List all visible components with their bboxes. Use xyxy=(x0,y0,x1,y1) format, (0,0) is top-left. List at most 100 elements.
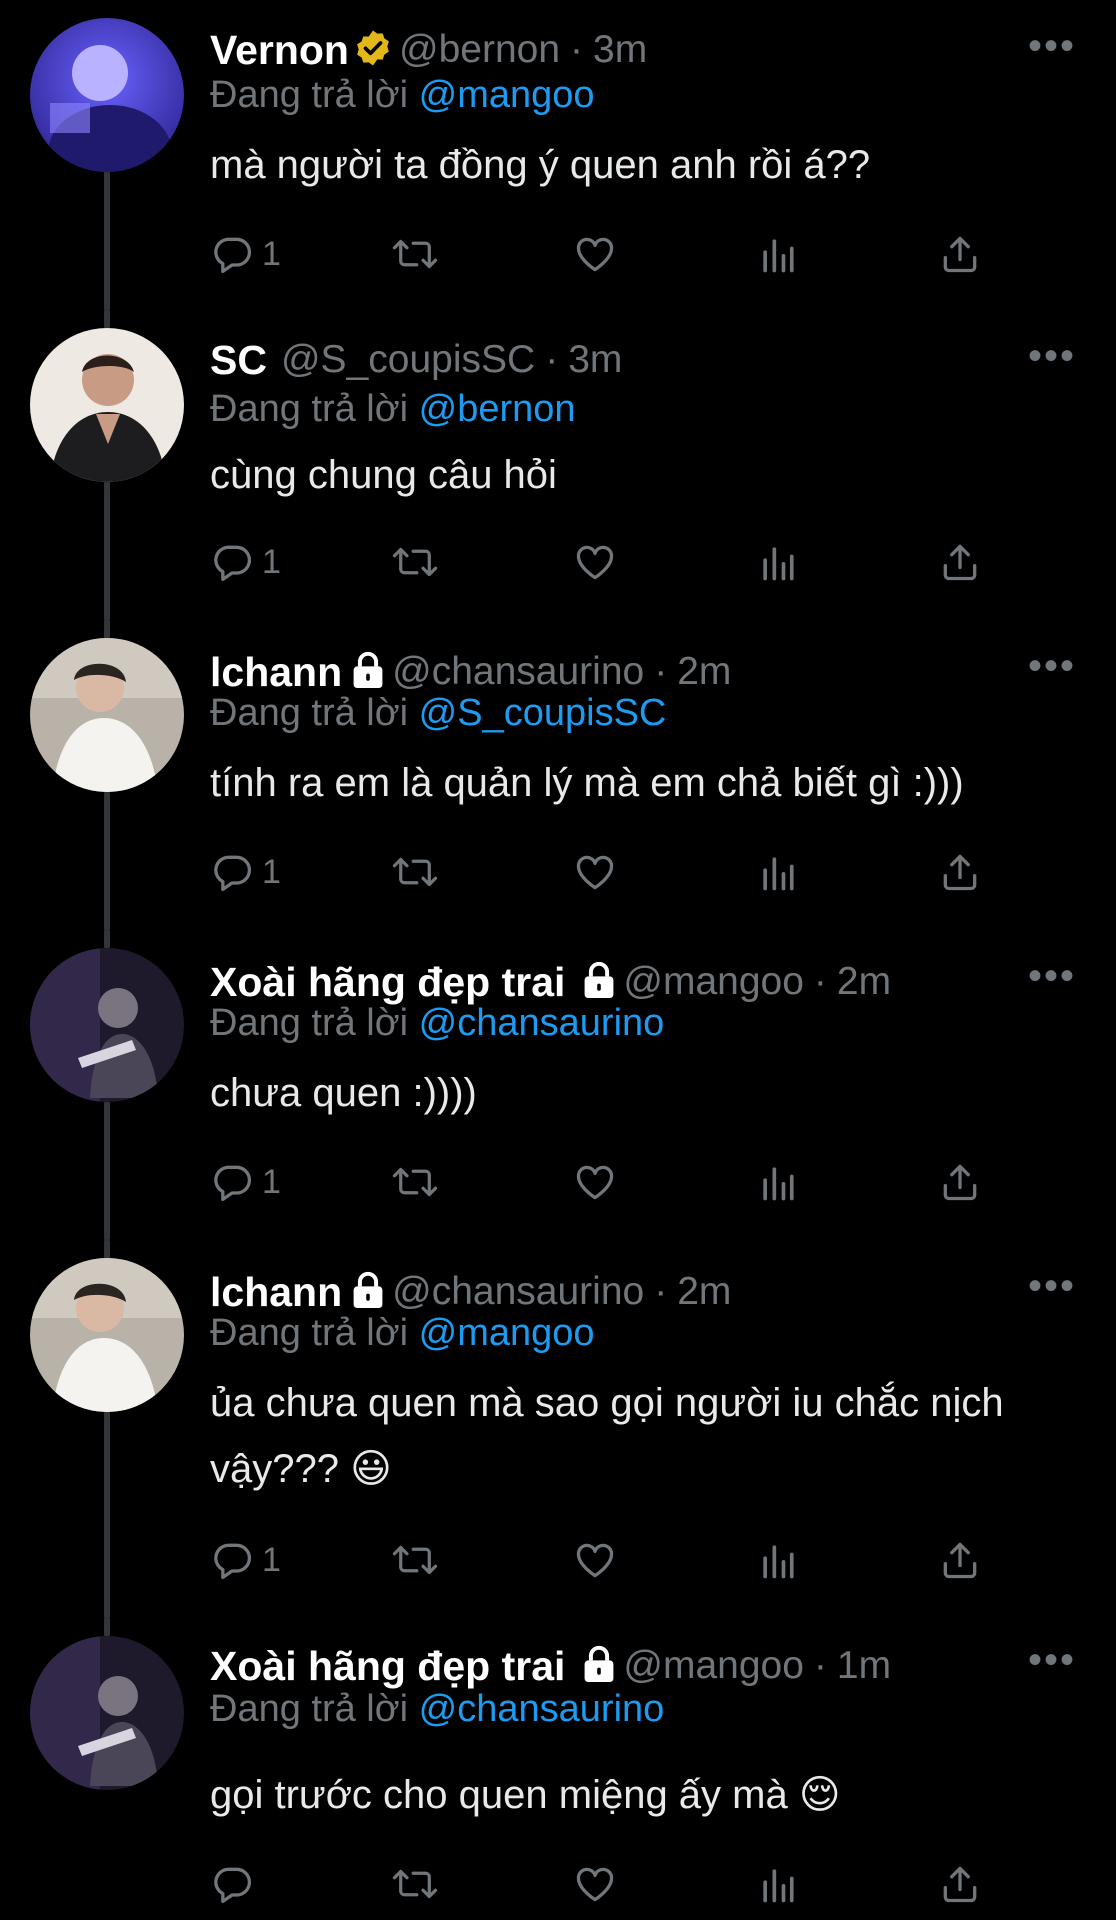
reply-button[interactable] xyxy=(210,1854,254,1914)
mention-link[interactable]: @chansaurino xyxy=(419,1688,665,1730)
mention-link[interactable]: @mangoo xyxy=(419,74,595,116)
display-name[interactable]: lchann xyxy=(210,1269,342,1316)
like-icon xyxy=(572,1862,618,1906)
avatar[interactable] xyxy=(30,1636,184,1790)
avatar[interactable] xyxy=(30,18,184,172)
retweet-icon xyxy=(390,1538,440,1582)
handle[interactable]: @bernon xyxy=(399,28,560,72)
replying-to: Đang trả lời @bernon xyxy=(210,388,576,431)
avatar[interactable] xyxy=(30,638,184,792)
reply-count: 1 xyxy=(262,234,281,273)
avatar[interactable] xyxy=(30,328,184,482)
display-name[interactable]: Xoài hãng đẹp trai xyxy=(210,959,565,1006)
share-button[interactable] xyxy=(938,1530,982,1590)
like-button[interactable] xyxy=(572,1530,618,1590)
retweet-button[interactable] xyxy=(390,842,440,902)
avatar[interactable] xyxy=(30,1258,184,1412)
reply-icon xyxy=(210,232,254,276)
like-button[interactable] xyxy=(572,842,618,902)
retweet-button[interactable] xyxy=(390,224,440,284)
tweet-text: tính ra em là quản lý mà em chả biết gì … xyxy=(210,761,964,805)
views-button[interactable] xyxy=(758,1152,798,1212)
tweet-header: Xoài hãng đẹp trai @mangoo · 1m xyxy=(210,1640,891,1692)
reply-button[interactable]: 1 xyxy=(210,532,281,592)
views-button[interactable] xyxy=(758,224,798,284)
replying-label: Đang trả lời xyxy=(210,388,409,430)
tweet[interactable]: Xoài hãng đẹp trai @mangoo · 1m ••• Đang… xyxy=(0,1618,1116,1920)
reply-count: 1 xyxy=(262,1540,281,1579)
reply-icon xyxy=(210,1538,254,1582)
retweet-button[interactable] xyxy=(390,1152,440,1212)
like-button[interactable] xyxy=(572,532,618,592)
timestamp[interactable]: 2m xyxy=(677,1270,731,1314)
like-button[interactable] xyxy=(572,1854,618,1914)
like-icon xyxy=(572,1538,618,1582)
share-icon xyxy=(938,1538,982,1582)
like-icon xyxy=(572,1160,618,1204)
mention-link[interactable]: @S_coupisSC xyxy=(419,692,667,734)
replying-label: Đang trả lời xyxy=(210,1688,409,1730)
tweet-text-fragment: vậy??? xyxy=(210,1447,339,1491)
action-bar: 1 xyxy=(210,224,1010,284)
tweet[interactable]: lchann @chansaurino · 2m ••• Đang trả lờ… xyxy=(0,620,1116,930)
views-button[interactable] xyxy=(758,842,798,902)
share-button[interactable] xyxy=(938,532,982,592)
mention-link[interactable]: @bernon xyxy=(419,388,576,430)
replying-to: Đang trả lời @chansaurino xyxy=(210,1002,664,1045)
timestamp[interactable]: 2m xyxy=(677,650,731,694)
share-button[interactable] xyxy=(938,1152,982,1212)
more-icon[interactable]: ••• xyxy=(1028,956,1076,996)
retweet-icon xyxy=(390,1160,440,1204)
tweet-text-fragment: gọi trước cho quen miệng ấy mà xyxy=(210,1773,788,1817)
separator-dot: · xyxy=(654,1270,668,1313)
views-button[interactable] xyxy=(758,532,798,592)
like-button[interactable] xyxy=(572,1152,618,1212)
share-button[interactable] xyxy=(938,224,982,284)
handle[interactable]: @chansaurino xyxy=(392,1270,644,1314)
display-name[interactable]: Xoài hãng đẹp trai xyxy=(210,1643,565,1690)
mention-link[interactable]: @mangoo xyxy=(419,1312,595,1354)
views-button[interactable] xyxy=(758,1854,798,1914)
timestamp[interactable]: 3m xyxy=(593,28,647,72)
reply-button[interactable]: 1 xyxy=(210,1530,281,1590)
more-icon[interactable]: ••• xyxy=(1028,336,1076,376)
reply-button[interactable]: 1 xyxy=(210,224,281,284)
timestamp[interactable]: 1m xyxy=(837,1644,891,1688)
reply-icon xyxy=(210,850,254,894)
display-name[interactable]: SC xyxy=(210,337,267,384)
retweet-button[interactable] xyxy=(390,1854,440,1914)
thread-connector xyxy=(104,792,110,930)
tweet[interactable]: Xoài hãng đẹp trai @mangoo · 2m ••• Đang… xyxy=(0,930,1116,1240)
more-icon[interactable]: ••• xyxy=(1028,1640,1076,1680)
views-button[interactable] xyxy=(758,1530,798,1590)
retweet-button[interactable] xyxy=(390,532,440,592)
more-icon[interactable]: ••• xyxy=(1028,646,1076,686)
separator-dot: · xyxy=(545,338,559,381)
tweet-text: gọi trước cho quen miệng ấy mà 😌 xyxy=(210,1762,841,1828)
reply-button[interactable]: 1 xyxy=(210,842,281,902)
tweet[interactable]: lchann @chansaurino · 2m ••• Đang trả lờ… xyxy=(0,1240,1116,1618)
display-name[interactable]: Vernon xyxy=(210,27,349,74)
tweet[interactable]: SC @S_coupisSC · 3m ••• Đang trả lời @be… xyxy=(0,310,1116,620)
share-icon xyxy=(938,232,982,276)
reply-count: 1 xyxy=(262,1162,281,1201)
tweet[interactable]: Vernon @bernon · 3m ••• Đang trả lời @ma… xyxy=(0,0,1116,310)
retweet-button[interactable] xyxy=(390,1530,440,1590)
avatar[interactable] xyxy=(30,948,184,1102)
more-icon[interactable]: ••• xyxy=(1028,26,1076,66)
mention-link[interactable]: @chansaurino xyxy=(419,1002,665,1044)
handle[interactable]: @S_coupisSC xyxy=(281,338,535,382)
reply-button[interactable]: 1 xyxy=(210,1152,281,1212)
more-icon[interactable]: ••• xyxy=(1028,1266,1076,1306)
like-button[interactable] xyxy=(572,224,618,284)
handle[interactable]: @mangoo xyxy=(623,1644,804,1688)
display-name[interactable]: lchann xyxy=(210,649,342,696)
share-button[interactable] xyxy=(938,842,982,902)
action-bar: 1 xyxy=(210,1530,1010,1590)
timestamp[interactable]: 3m xyxy=(568,338,622,382)
replying-label: Đang trả lời xyxy=(210,1312,409,1354)
share-button[interactable] xyxy=(938,1854,982,1914)
handle[interactable]: @mangoo xyxy=(623,960,804,1004)
timestamp[interactable]: 2m xyxy=(837,960,891,1004)
handle[interactable]: @chansaurino xyxy=(392,650,644,694)
